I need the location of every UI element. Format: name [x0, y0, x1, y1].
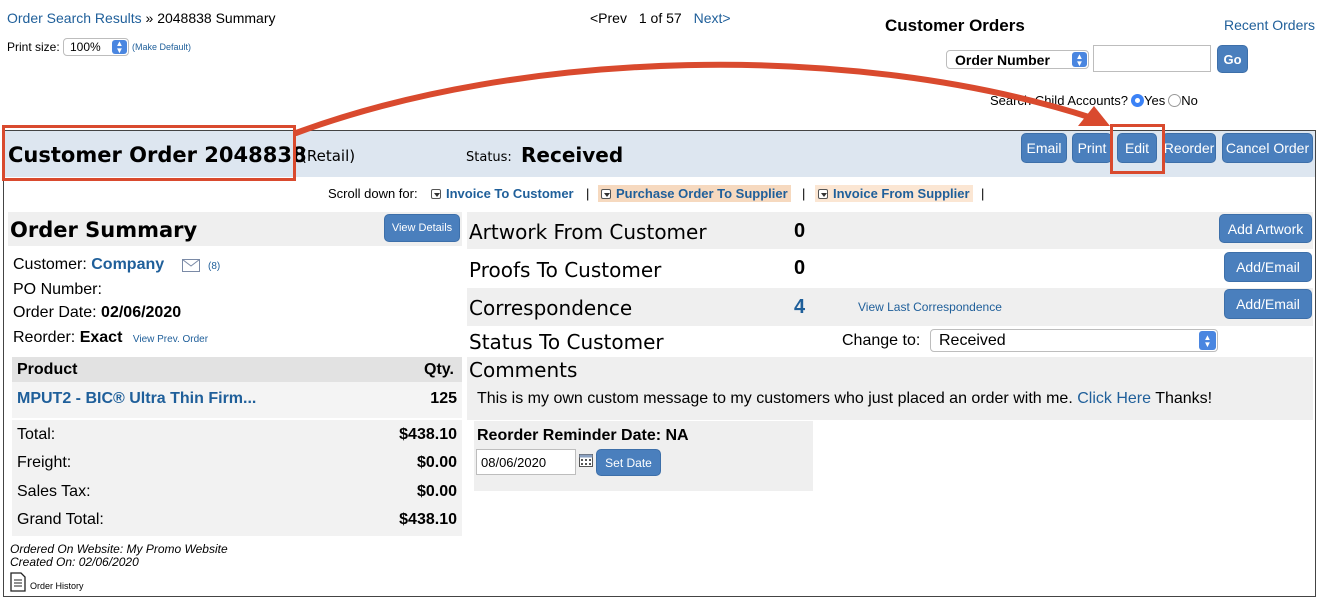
annotation-arrow	[293, 61, 1110, 136]
